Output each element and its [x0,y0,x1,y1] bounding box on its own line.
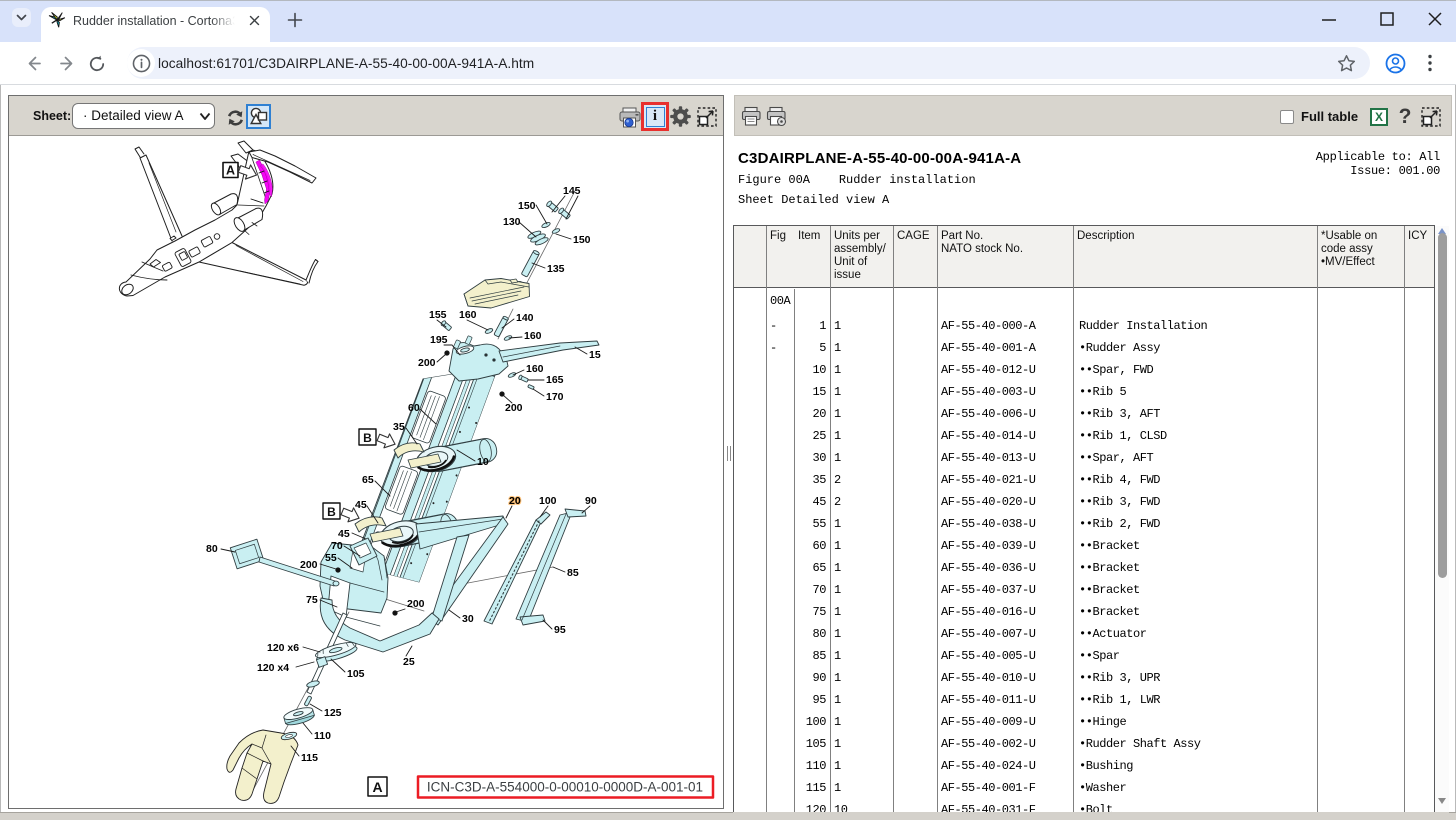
svg-text:160: 160 [526,363,544,375]
svg-text:125: 125 [324,707,342,719]
svg-text:115: 115 [301,752,318,764]
svg-text:200: 200 [300,559,318,571]
svg-text:45: 45 [338,528,350,540]
svg-text:B: B [363,431,372,445]
svg-text:120 x6: 120 x6 [267,642,299,654]
svg-text:10: 10 [477,456,489,468]
svg-text:60: 60 [408,402,420,414]
svg-text:80: 80 [206,543,218,555]
svg-text:105: 105 [347,668,365,680]
svg-text:160: 160 [459,309,477,321]
svg-text:A: A [372,779,382,795]
svg-text:200: 200 [505,402,523,414]
svg-text:B: B [327,505,336,519]
svg-text:90: 90 [585,495,597,507]
svg-text:30: 30 [462,613,474,625]
svg-text:ICN-C3D-A-554000-0-00010-0000D: ICN-C3D-A-554000-0-00010-0000D-A-001-01 [427,780,703,795]
svg-text:A: A [226,164,235,178]
svg-text:110: 110 [314,730,331,742]
svg-text:130: 130 [503,216,521,228]
svg-text:15: 15 [589,349,601,361]
svg-text:160: 160 [524,330,542,342]
svg-text:85: 85 [567,567,579,579]
svg-text:65: 65 [362,474,374,486]
svg-text:150: 150 [518,200,536,212]
svg-text:200: 200 [418,357,436,369]
svg-text:100: 100 [539,495,557,507]
svg-text:75: 75 [306,594,318,606]
svg-text:150: 150 [573,234,591,246]
svg-text:25: 25 [403,656,415,668]
svg-text:165: 165 [546,374,564,386]
svg-text:200: 200 [407,598,425,610]
svg-text:35: 35 [393,421,405,433]
svg-text:155: 155 [429,309,447,321]
svg-text:95: 95 [554,624,566,636]
svg-text:45: 45 [355,499,367,511]
svg-text:140: 140 [516,312,534,324]
svg-text:195: 195 [430,334,448,346]
svg-text:170: 170 [546,391,564,403]
svg-text:135: 135 [547,263,565,275]
svg-text:55: 55 [325,552,337,564]
svg-text:70: 70 [331,540,343,552]
svg-text:145: 145 [563,185,581,197]
svg-text:120 x4: 120 x4 [257,662,289,674]
svg-text:20: 20 [509,495,521,507]
